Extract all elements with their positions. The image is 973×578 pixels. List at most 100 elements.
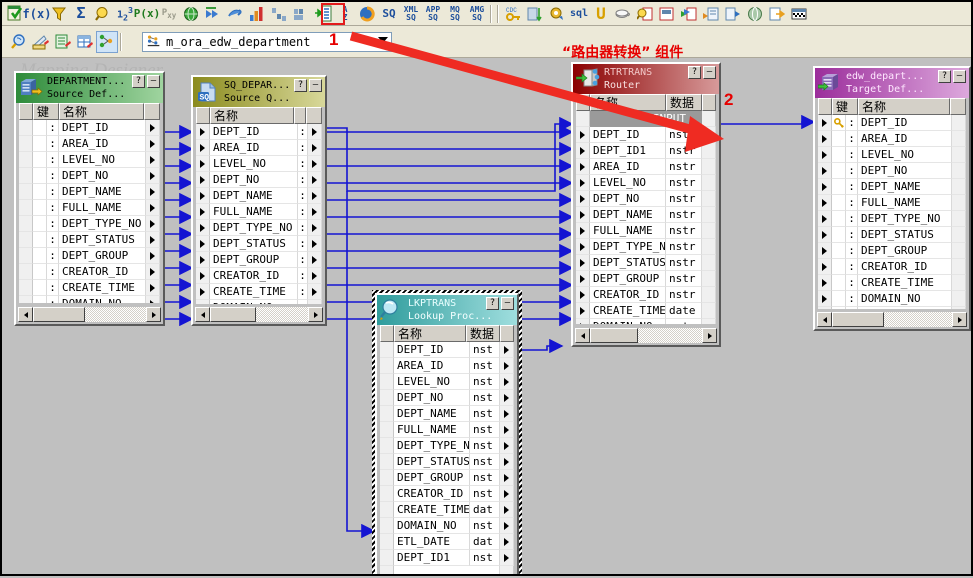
port-arrow-icon[interactable] (504, 457, 509, 466)
port-arrow-icon[interactable] (504, 377, 509, 386)
port-arrow-icon[interactable] (504, 409, 509, 418)
port-arrow-icon[interactable] (150, 219, 155, 228)
unstructured-data-icon[interactable] (634, 3, 656, 25)
scroll-track[interactable] (256, 307, 308, 322)
col-datatype[interactable]: 数据 (466, 325, 500, 342)
gear-icon[interactable] (546, 3, 568, 25)
port-arrow-icon[interactable] (504, 521, 509, 530)
doc-arrow-icon[interactable] (700, 3, 722, 25)
scroll-left-button[interactable] (817, 312, 832, 327)
port-row[interactable]: : DEPT_STATUS (19, 232, 160, 248)
port-arrow-icon[interactable] (822, 230, 827, 239)
port-arrow-icon[interactable] (200, 191, 205, 200)
port-arrow-icon[interactable] (150, 251, 155, 260)
port-arrow-icon[interactable] (580, 258, 585, 267)
sql-text-icon[interactable]: sql (568, 3, 590, 25)
export-doc-icon[interactable] (766, 3, 788, 25)
lookup-icon[interactable] (92, 3, 114, 25)
port-row[interactable]: : LEVEL_NO (818, 147, 966, 163)
port-arrow-icon[interactable] (200, 239, 205, 248)
port-row[interactable]: : DEPT_NAME (19, 184, 160, 200)
port-arrow-icon[interactable] (312, 287, 317, 296)
port-arrow-icon[interactable] (312, 191, 317, 200)
port-arrow-icon[interactable] (504, 441, 509, 450)
port-row[interactable]: DEPT_NO nst (380, 390, 514, 406)
port-row[interactable]: : DEPT_NO (19, 168, 160, 184)
port-arrow-icon[interactable] (580, 146, 585, 155)
port-arrow-icon[interactable] (150, 123, 155, 132)
sql-transformation-icon[interactable]: SQ (378, 3, 400, 25)
port-arrow-icon[interactable] (504, 553, 509, 562)
port-row[interactable]: : DEPT_NO (818, 163, 966, 179)
port-row[interactable]: CREATE_TIME: (196, 284, 322, 300)
port-arrow-icon[interactable] (580, 242, 585, 251)
source-qualifier-titlebar[interactable]: SQ SQ_DEPAR... Source Q... ? – (193, 77, 325, 107)
port-arrow-icon[interactable] (580, 194, 585, 203)
port-row[interactable]: : DEPT_ID (818, 115, 966, 131)
port-arrow-icon[interactable] (200, 143, 205, 152)
union-bars-icon[interactable] (290, 3, 312, 25)
port-arrow-icon[interactable] (504, 505, 509, 514)
port-arrow-icon[interactable] (150, 235, 155, 244)
normalizer-icon[interactable] (224, 3, 246, 25)
port-arrow-icon[interactable] (580, 210, 585, 219)
sorter-icon[interactable] (268, 3, 290, 25)
chevron-down-icon[interactable] (378, 37, 388, 43)
port-row[interactable]: : AREA_ID (19, 136, 160, 152)
sequence-generator-icon[interactable]: 123 (114, 3, 136, 25)
source-qualifier-window[interactable]: SQ SQ_DEPAR... Source Q... ? – 名称 DEPT_I… (191, 75, 327, 326)
create-source-icon[interactable] (30, 31, 52, 53)
port-row[interactable]: DEPT_ID: (196, 124, 322, 140)
port-row[interactable]: LEVEL_NO: (196, 156, 322, 172)
source-definition-titlebar[interactable]: DEPARTMENT... Source Def... ? – (16, 73, 163, 103)
scroll-left-button[interactable] (18, 307, 33, 322)
port-arrow-icon[interactable] (150, 283, 155, 292)
port-arrow-icon[interactable] (822, 214, 827, 223)
scroll-left-button[interactable] (575, 328, 590, 343)
port-row[interactable]: AREA_ID nstr (576, 159, 716, 175)
port-arrow-icon[interactable] (150, 139, 155, 148)
port-row[interactable]: CREATOR_ID: (196, 268, 322, 284)
scroll-track[interactable] (85, 307, 146, 322)
col-name[interactable]: 名称 (858, 98, 950, 115)
source-definition-hscrollbar[interactable] (18, 307, 161, 322)
lookup-titlebar[interactable]: LKPTRANS Lookup Proc... ? – (377, 295, 517, 325)
router-transformation-window[interactable]: RTRTRANS Router ? – 名称 数据 INPUT DEPT_ID ns… (571, 62, 721, 347)
port-arrow-icon[interactable] (312, 207, 317, 216)
port-arrow-icon[interactable] (822, 134, 827, 143)
view-mapping-icon[interactable] (8, 31, 30, 53)
target-definition-port-list[interactable]: : DEPT_ID: AREA_ID: LEVEL_NO: DEPT_NO: DEPT_N… (818, 115, 966, 309)
port-row[interactable]: CREATOR_ID nstr (576, 287, 716, 303)
port-row[interactable]: DEPT_STATUS nstr (576, 255, 716, 271)
port-row[interactable]: : DEPT_TYPE_NO (818, 211, 966, 227)
amg-source-qualifier-icon[interactable]: AMG SQ (466, 3, 488, 25)
port-arrow-icon[interactable] (200, 127, 205, 136)
port-arrow-icon[interactable] (312, 239, 317, 248)
port-arrow-icon[interactable] (580, 290, 585, 299)
port-row[interactable]: DEPT_NAME nst (380, 406, 514, 422)
port-arrow-icon[interactable] (504, 489, 509, 498)
app-source-qualifier-icon[interactable]: APP SQ (422, 3, 444, 25)
port-row[interactable]: :ETL_DATE (818, 307, 966, 309)
source-qualifier-port-list[interactable]: DEPT_ID: AREA_ID: LEVEL_NO: DEPT_NO: DEPT_NA… (196, 124, 322, 304)
port-arrow-icon[interactable] (200, 175, 205, 184)
source-definition-port-list[interactable]: : DEPT_ID: AREA_ID: LEVEL_NO: DEPT_NO: DEPT_N… (19, 120, 160, 303)
port-arrow-icon[interactable] (504, 345, 509, 354)
port-row[interactable]: DEPT_GROUP nstr (576, 271, 716, 287)
port-arrow-icon[interactable] (200, 271, 205, 280)
port-arrow-icon[interactable] (312, 271, 317, 280)
port-row[interactable]: DEPT_ID nst (380, 342, 514, 358)
port-arrow-icon[interactable] (822, 278, 827, 287)
port-row[interactable]: AREA_ID nst (380, 358, 514, 374)
port-arrow-icon[interactable] (312, 143, 317, 152)
port-arrow-icon[interactable] (822, 166, 827, 175)
port-row[interactable]: DEPT_NAME: (196, 188, 322, 204)
help-button[interactable]: ? (294, 79, 307, 92)
port-row[interactable]: DEPT_ID nstr (576, 127, 716, 143)
union-u-icon[interactable]: U (590, 3, 612, 25)
router-port-list[interactable]: INPUT DEPT_ID nstr DEPT_ID1 nstr AREA_ID nstr L… (576, 111, 716, 324)
port-arrow-icon[interactable] (504, 425, 509, 434)
port-arrow-icon[interactable] (822, 246, 827, 255)
update-strategy-icon[interactable] (356, 3, 378, 25)
port-arrow-icon[interactable] (150, 299, 155, 303)
